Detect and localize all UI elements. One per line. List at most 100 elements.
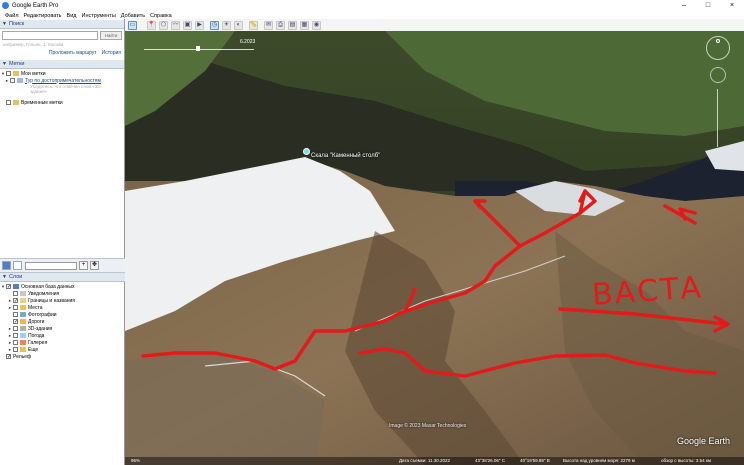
sidebar-toggle-icon[interactable]: ▭: [128, 20, 137, 30]
checkbox[interactable]: [13, 291, 18, 296]
placemark-icon[interactable]: 📍: [147, 20, 156, 30]
route-link[interactable]: Проложить маршрут: [49, 50, 97, 56]
collapse-triangle-icon[interactable]: ▼: [2, 21, 7, 27]
window-title: Google Earth Pro: [12, 2, 59, 9]
places-tab-icon[interactable]: [2, 261, 11, 270]
checkbox[interactable]: [13, 326, 18, 331]
layer-photos[interactable]: Фотографии: [0, 311, 123, 318]
layer-label: Галерея: [28, 339, 48, 346]
layer-notifications[interactable]: Уведомления: [0, 290, 123, 297]
places-icon: [20, 305, 26, 310]
search-panel-header[interactable]: ▼ Поиск: [0, 20, 124, 29]
zoom-slider[interactable]: [717, 89, 718, 147]
bell-icon: [20, 291, 26, 296]
layer-places[interactable]: ▸ Места: [0, 304, 123, 311]
road-icon: [20, 319, 26, 324]
building-icon: [20, 326, 26, 331]
gallery-icon: [20, 340, 26, 345]
checkbox[interactable]: ✓: [13, 298, 18, 304]
folder-icon: [13, 71, 19, 76]
layer-label: Рельеф: [13, 353, 32, 360]
layer-gallery[interactable]: ▸ Галерея: [0, 339, 123, 346]
window-controls: – □ ×: [672, 0, 744, 11]
minimize-button[interactable]: –: [672, 0, 696, 11]
time-slider-date: 6.2023: [240, 39, 256, 45]
list-view-icon[interactable]: [13, 261, 22, 270]
layer-more[interactable]: ▸ Еще: [0, 346, 123, 353]
layers-tree: ▾ ✓ Основная база данных Уведомления ▸ ✓…: [0, 283, 123, 360]
checkbox[interactable]: [13, 312, 18, 317]
places-filter-input[interactable]: [25, 261, 77, 270]
tree-item-tour[interactable]: ▸ Тур по достопримечательностям: [0, 77, 124, 84]
historical-imagery-icon[interactable]: ◷: [210, 20, 219, 30]
print-icon[interactable]: ⎙: [276, 20, 285, 30]
layer-borders[interactable]: ▸ ✓ Границы и названия: [0, 297, 123, 304]
status-date: Дата съемки: 11.30.2022: [399, 458, 451, 463]
layer-label: Основная база данных: [21, 283, 75, 290]
move-icon[interactable]: ✥: [90, 261, 99, 270]
place-label[interactable]: Скала "Каменный столб": [311, 153, 380, 159]
tour-icon[interactable]: ▶: [195, 20, 204, 30]
tree-item-label[interactable]: Тур по достопримечательностям: [25, 78, 101, 84]
history-link[interactable]: История: [102, 50, 121, 56]
map-view[interactable]: 6.2023 Скала "Каменный столб" ВАСТА Imag…: [125, 31, 744, 465]
checkbox[interactable]: ✓: [6, 354, 11, 360]
tree-item-sublabel: Убедитесь, что отмечен слой «3D-здания»: [30, 84, 102, 94]
maps-icon[interactable]: ▦: [300, 20, 309, 30]
image-overlay-icon[interactable]: ▣: [183, 20, 192, 30]
tree-item-my-places[interactable]: ▾ Мои метки: [0, 70, 124, 77]
layer-3d-buildings[interactable]: ▸ 3D-здания: [0, 325, 123, 332]
collapse-triangle-icon[interactable]: ▼: [2, 61, 7, 67]
layer-roads[interactable]: ✓ Дороги: [0, 318, 123, 325]
placemark-pin-icon[interactable]: [303, 148, 310, 155]
checkbox[interactable]: [6, 100, 11, 105]
sun-icon[interactable]: ☀: [222, 20, 231, 30]
checkbox[interactable]: [13, 305, 18, 310]
ruler-icon[interactable]: 📏: [249, 20, 258, 30]
search-input[interactable]: [2, 31, 98, 40]
collapse-triangle-icon[interactable]: ▼: [2, 274, 7, 280]
add-icon[interactable]: +: [79, 261, 88, 270]
menu-view[interactable]: Вид: [67, 13, 77, 19]
menu-edit[interactable]: Редактировать: [24, 13, 62, 19]
checkbox[interactable]: ✓: [13, 319, 18, 325]
tree-item-temporary[interactable]: Временные метки: [0, 99, 124, 106]
email-icon[interactable]: ✉: [264, 20, 273, 30]
places-panel-header[interactable]: ▼ Метки: [0, 60, 124, 69]
look-joystick-icon[interactable]: [710, 67, 726, 83]
terrain-image[interactable]: [125, 31, 744, 465]
time-slider-thumb[interactable]: [196, 46, 200, 51]
maximize-button[interactable]: □: [696, 0, 720, 11]
time-slider[interactable]: 6.2023: [144, 39, 255, 52]
layer-weather[interactable]: ▸ Погода: [0, 332, 123, 339]
search-button[interactable]: Найти: [100, 31, 122, 40]
checkbox[interactable]: [10, 78, 15, 83]
status-lat: 43°38'26.06" С: [475, 458, 506, 463]
menu-add[interactable]: Добавить: [121, 13, 145, 19]
polygon-icon[interactable]: ⬠: [159, 20, 168, 30]
checkbox[interactable]: [13, 340, 18, 345]
tree-item-label: Мои метки: [21, 70, 46, 77]
layer-label: Фотографии: [28, 311, 57, 318]
compass-icon[interactable]: [706, 36, 730, 60]
planets-icon[interactable]: ◐: [234, 20, 243, 30]
menu-help[interactable]: Справка: [150, 13, 172, 19]
save-image-icon[interactable]: ▤: [288, 20, 297, 30]
layer-terrain[interactable]: ✓ Рельеф: [0, 353, 123, 360]
layers-panel-header[interactable]: ▼ Слои: [0, 273, 125, 282]
layer-label: Уведомления: [28, 290, 60, 297]
checkbox[interactable]: ✓: [6, 284, 11, 290]
google-earth-icon: [2, 2, 9, 9]
checkbox[interactable]: [6, 71, 11, 76]
menu-tools[interactable]: Инструменты: [81, 13, 115, 19]
borders-icon: [20, 298, 26, 303]
path-icon[interactable]: 〰: [171, 20, 180, 30]
checkbox[interactable]: [13, 347, 18, 352]
folder-icon: [20, 347, 26, 352]
menu-file[interactable]: Файл: [5, 13, 19, 19]
layer-primary-db[interactable]: ▾ ✓ Основная база данных: [0, 283, 123, 290]
checkbox[interactable]: [13, 333, 18, 338]
camera-icon: [20, 312, 26, 317]
close-button[interactable]: ×: [720, 0, 744, 11]
kml-icon[interactable]: ◉: [312, 20, 321, 30]
